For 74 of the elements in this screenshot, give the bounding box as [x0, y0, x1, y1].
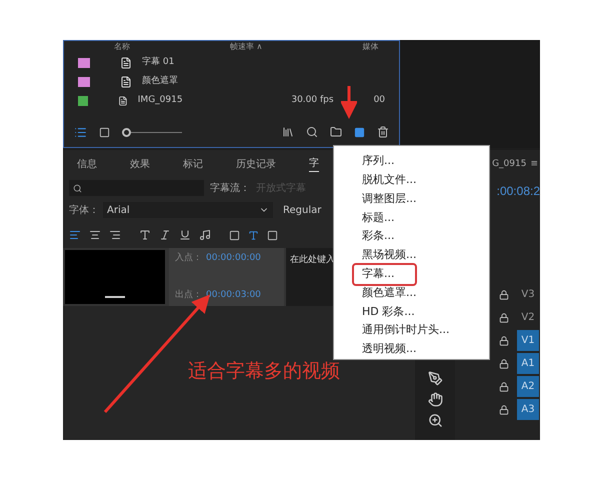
panel-tab[interactable]: 历史记录: [236, 156, 276, 172]
zoom-slider[interactable]: [122, 127, 182, 137]
out-point-label: 出点：: [175, 288, 202, 302]
panel-menu-icon[interactable]: ≡: [530, 158, 538, 172]
font-dropdown[interactable]: Arial: [103, 202, 273, 218]
menu-item[interactable]: 彩条...: [362, 227, 394, 246]
align-center-icon[interactable]: [89, 229, 101, 241]
menu-item[interactable]: 颜色遮罩...: [362, 284, 416, 302]
menu-item[interactable]: 调整图层...: [362, 190, 416, 208]
in-point-label: 入点：: [175, 252, 202, 265]
arrow: [341, 86, 357, 119]
menu-item[interactable]: 透明视频...: [362, 340, 416, 359]
menu-item[interactable]: 脱机文件...: [362, 170, 416, 190]
folder-icon[interactable]: [330, 126, 342, 138]
file-icon: [118, 94, 128, 106]
column-header[interactable]: 名称: [114, 41, 130, 53]
panel-tab[interactable]: 效果: [130, 156, 150, 172]
menu-item[interactable]: 通用倒计时片头...: [362, 321, 450, 340]
column-header[interactable]: 帧速率 ∧: [230, 41, 262, 53]
underline-icon[interactable]: [179, 229, 191, 241]
pen-tool-icon[interactable]: [428, 371, 442, 386]
track-header[interactable]: A1: [517, 353, 539, 374]
lock-icon[interactable]: [499, 404, 509, 414]
align-right-icon[interactable]: [109, 229, 121, 241]
lock-icon[interactable]: [499, 312, 509, 322]
lock-icon[interactable]: [499, 336, 509, 346]
track-header[interactable]: V1: [517, 330, 539, 351]
delete-icon[interactable]: [377, 126, 389, 138]
align-left-icon[interactable]: [69, 229, 81, 241]
file-icon: [120, 56, 132, 68]
panel-tab[interactable]: 标记: [183, 156, 203, 172]
track-header[interactable]: V2: [517, 307, 539, 328]
bin-icon[interactable]: [282, 126, 294, 138]
track-header[interactable]: A2: [517, 376, 539, 397]
menu-item[interactable]: 黑场视频...: [362, 246, 416, 265]
menu-item[interactable]: 字幕...: [354, 264, 414, 284]
panel-tab[interactable]: 字: [309, 156, 319, 172]
menu-item[interactable]: 标题...: [362, 208, 394, 228]
search-icon: [73, 184, 82, 192]
track-header[interactable]: V3: [517, 284, 539, 305]
search-field[interactable]: [69, 180, 204, 196]
sequence-tab[interactable]: G_0915: [492, 158, 526, 172]
media-value: 00: [374, 94, 386, 107]
slider-thumb[interactable]: [122, 128, 131, 136]
timecode: :00:08:2: [496, 182, 540, 200]
hand-tool-icon[interactable]: [428, 392, 442, 407]
search-icon[interactable]: [306, 126, 318, 138]
music-icon[interactable]: [199, 229, 211, 241]
font-label: 字体：: [69, 204, 99, 218]
font-style-value[interactable]: Regular: [283, 202, 322, 218]
italic-icon[interactable]: [159, 229, 171, 241]
frame-rate: 30.00 fps: [291, 94, 334, 107]
lock-icon[interactable]: [499, 382, 509, 392]
panel-tab[interactable]: 信息: [77, 156, 97, 172]
item-name: IMG_0915: [138, 94, 184, 107]
annotation-text: 适合字幕多的视频: [188, 359, 340, 384]
item-name: 颜色遮罩: [142, 74, 179, 88]
column-header[interactable]: 媒体: [362, 41, 378, 53]
menu-item[interactable]: 序列...: [362, 152, 394, 171]
icon-view-icon[interactable]: [99, 126, 110, 138]
track-header[interactable]: A3: [517, 399, 539, 420]
stream-label: 字幕流：: [210, 182, 250, 196]
list-view-icon[interactable]: [74, 126, 87, 138]
edge-icon[interactable]: [267, 230, 278, 240]
zoom-tool-icon[interactable]: [428, 413, 442, 428]
outline-icon[interactable]: [248, 230, 259, 240]
item-name: 字幕 01: [142, 56, 176, 69]
background-icon[interactable]: [229, 230, 240, 240]
menu-item[interactable]: HD 彩条...: [362, 302, 415, 322]
bold-icon[interactable]: [139, 229, 151, 241]
file-icon: [120, 76, 132, 88]
lock-icon[interactable]: [499, 358, 509, 368]
lock-icon[interactable]: [499, 290, 509, 300]
new-item-icon[interactable]: [354, 126, 365, 138]
